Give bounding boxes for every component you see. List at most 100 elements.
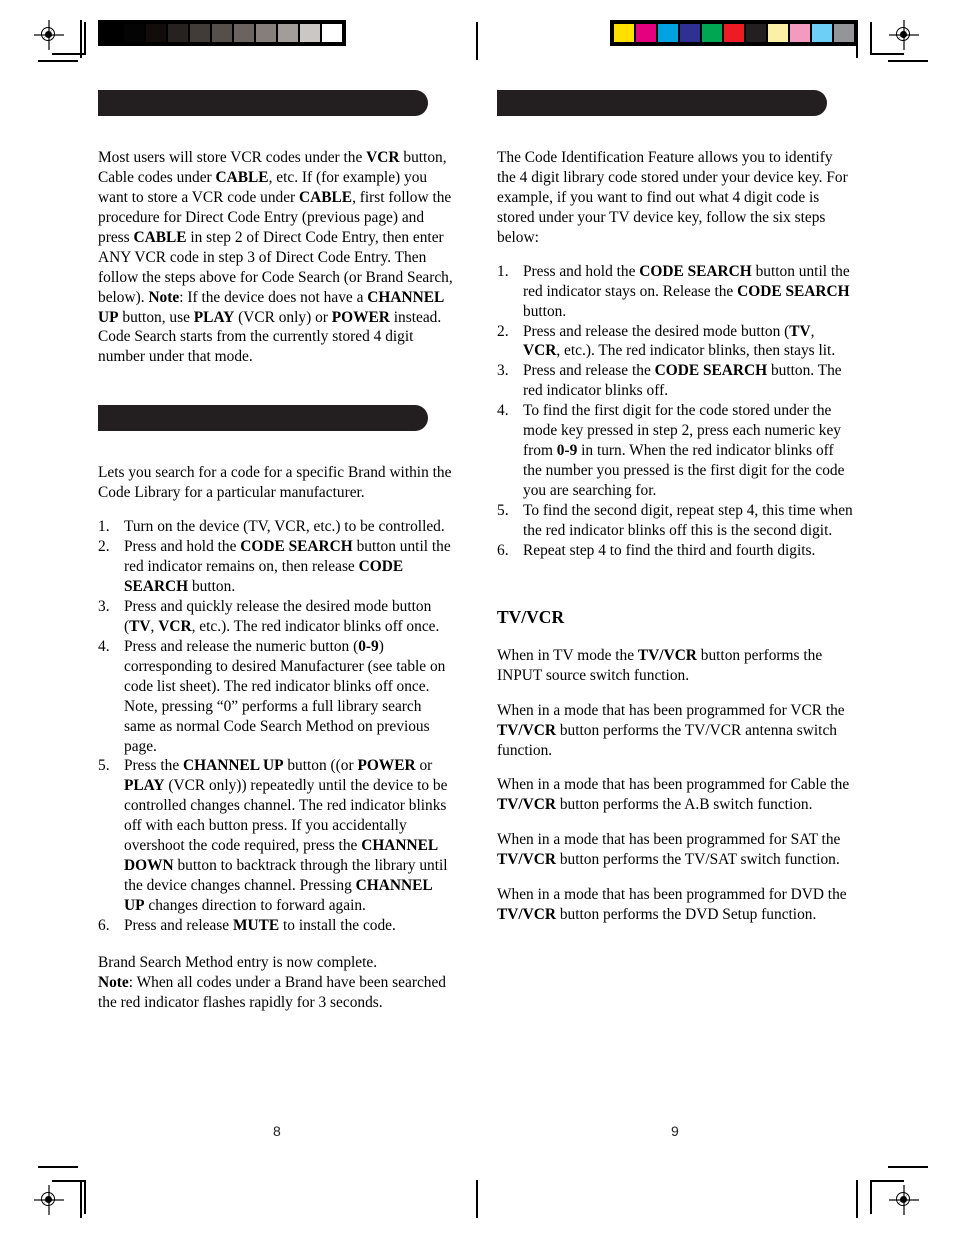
tv-vcr-paragraph: When in a mode that has been programmed … bbox=[497, 775, 853, 815]
emphasis-text: CABLE bbox=[215, 168, 269, 186]
step-item: 3. Press and quickly release the desired … bbox=[98, 597, 454, 637]
step-number: 5. bbox=[497, 501, 509, 519]
emphasis-text: TV bbox=[129, 617, 151, 635]
text-run: to install the code. bbox=[279, 916, 396, 934]
emphasis-text: 0-9 bbox=[556, 442, 578, 460]
step-item: 6. Press and release MUTE to install the … bbox=[98, 916, 454, 936]
step-item: 3. Press and release the CODE SEARCH butt… bbox=[497, 361, 853, 401]
emphasis-text: Note bbox=[98, 973, 129, 991]
text-run: When in a mode that has been programmed … bbox=[497, 831, 841, 849]
emphasis-text: CODE SEARCH bbox=[240, 538, 353, 556]
text-run: When in TV mode the bbox=[497, 646, 638, 664]
text-run: When in a mode that has been programmed … bbox=[497, 776, 850, 794]
text-run: button performs the DVD Setup function. bbox=[556, 906, 817, 924]
text-run: : When all codes under a Brand have been… bbox=[98, 973, 447, 1011]
emphasis-text: TV/VCR bbox=[497, 721, 556, 739]
emphasis-text: VCR bbox=[523, 342, 557, 360]
text-run: Press and hold the bbox=[124, 538, 241, 556]
text-run: Press the bbox=[124, 757, 183, 775]
text-run: The Code Identification Feature allows y… bbox=[497, 149, 848, 246]
emphasis-text: CODE SEARCH bbox=[654, 362, 768, 380]
step-number: 4. bbox=[98, 637, 110, 655]
step-number: 3. bbox=[497, 362, 509, 380]
emphasis-text: MUTE bbox=[232, 916, 280, 934]
text-run: : If the device does not have a bbox=[179, 288, 368, 306]
step-item: 1. Press and hold the CODE SEARCH button … bbox=[497, 262, 853, 322]
emphasis-text: CODE SEARCH bbox=[737, 282, 850, 300]
step-text: Press and release MUTE to install the co… bbox=[124, 917, 396, 934]
page-number-right: 9 bbox=[671, 1123, 679, 1139]
text-run: , etc.). The red indicator blinks off on… bbox=[191, 617, 440, 635]
text-run: Press and release the numeric button ( bbox=[124, 637, 359, 655]
step-number: 2. bbox=[497, 322, 509, 340]
page-number-left: 8 bbox=[273, 1123, 281, 1139]
brand-search-intro-paragraph: Lets you search for a code for a specifi… bbox=[98, 463, 454, 503]
emphasis-text: TV/VCR bbox=[637, 646, 697, 664]
emphasis-text: TV/VCR bbox=[497, 851, 556, 869]
text-run: button. bbox=[523, 302, 567, 320]
text-run: , bbox=[810, 322, 815, 340]
text-run: button. bbox=[188, 578, 236, 595]
text-run: or bbox=[415, 757, 433, 775]
text-run: Press and release the bbox=[523, 362, 655, 380]
step-number: 2. bbox=[98, 538, 110, 556]
step-number: 1. bbox=[98, 518, 110, 536]
emphasis-text: VCR bbox=[366, 149, 400, 166]
step-text: Press and hold the CODE SEARCH button un… bbox=[523, 263, 850, 320]
text-run: Repeat step 4 to find the third and four… bbox=[523, 541, 816, 559]
section-header-bar-code-identification bbox=[497, 90, 827, 116]
emphasis-text: PLAY bbox=[193, 308, 235, 326]
step-number: 6. bbox=[497, 541, 509, 559]
step-text: Turn on the device (TV, VCR, etc.) to be… bbox=[124, 518, 445, 535]
step-item: 2. Press and release the desired mode but… bbox=[497, 322, 853, 362]
code-identification-steps-list: 1. Press and hold the CODE SEARCH button … bbox=[497, 262, 853, 561]
text-run: button performs the A.B switch function. bbox=[556, 796, 813, 814]
tv-vcr-paragraph: When in a mode that has been programmed … bbox=[497, 701, 853, 761]
text-run: To find the second digit, repeat step 4,… bbox=[523, 501, 853, 539]
emphasis-text: CODE SEARCH bbox=[639, 262, 752, 280]
section-header-bar-brand-search bbox=[98, 405, 428, 432]
emphasis-text: 0-9 bbox=[358, 637, 379, 655]
step-text: Press and hold the CODE SEARCH button un… bbox=[124, 538, 451, 595]
tv-vcr-heading: TV/VCR bbox=[497, 606, 565, 627]
right-page-column: The Code Identification Feature allows y… bbox=[497, 90, 853, 925]
step-number: 5. bbox=[98, 757, 110, 775]
emphasis-text: CHANNEL UP bbox=[183, 757, 284, 775]
step-text: Press and release the desired mode butto… bbox=[523, 323, 835, 360]
emphasis-text: VCR bbox=[158, 617, 192, 635]
text-run: (VCR only) or bbox=[234, 308, 332, 326]
code-entry-paragraph: Most users will store VCR codes under th… bbox=[98, 148, 454, 367]
step-text: Press and quickly release the desired mo… bbox=[124, 598, 439, 635]
text-run: Brand Search Method entry is now complet… bbox=[98, 953, 378, 971]
step-text: Press and release the numeric button (0-… bbox=[124, 638, 445, 755]
emphasis-text: TV/VCR bbox=[497, 796, 556, 814]
tv-vcr-body: When in TV mode the TV/VCR button perfor… bbox=[497, 646, 853, 925]
emphasis-text: TV/VCR bbox=[497, 906, 556, 924]
text-run: Turn on the device (TV, VCR, etc.) to be… bbox=[124, 518, 445, 536]
step-text: Press the CHANNEL UP button ((or POWER o… bbox=[124, 757, 448, 914]
text-run: changes direction to forward again. bbox=[144, 897, 366, 914]
tv-vcr-paragraph: When in TV mode the TV/VCR button perfor… bbox=[497, 646, 853, 686]
step-item: 2. Press and hold the CODE SEARCH button … bbox=[98, 537, 454, 597]
emphasis-text: Note bbox=[148, 288, 180, 306]
step-text: To find the second digit, repeat step 4,… bbox=[523, 502, 853, 539]
text-run: ) corresponding to desired Manufacturer … bbox=[124, 637, 446, 755]
text-run: Lets you search for a code for a specifi… bbox=[98, 464, 452, 502]
text-run: Most users will store VCR codes under th… bbox=[98, 149, 367, 166]
document-spread: Most users will store VCR codes under th… bbox=[0, 0, 954, 1235]
code-identification-intro-paragraph: The Code Identification Feature allows y… bbox=[497, 148, 853, 248]
text-run: Press and release the desired mode butto… bbox=[523, 322, 790, 340]
step-item: 6. Repeat step 4 to find the third and fo… bbox=[497, 541, 853, 561]
step-item: 5. Press the CHANNEL UP button ((or POWER… bbox=[98, 756, 454, 916]
brand-search-steps-list: 1. Turn on the device (TV, VCR, etc.) to … bbox=[98, 517, 454, 936]
brand-search-closing-note: Brand Search Method entry is now complet… bbox=[98, 953, 454, 1013]
emphasis-text: CABLE bbox=[299, 188, 353, 206]
step-number: 1. bbox=[497, 262, 509, 280]
step-text: Repeat step 4 to find the third and four… bbox=[523, 542, 815, 559]
step-number: 3. bbox=[98, 597, 110, 615]
emphasis-text: POWER bbox=[357, 757, 416, 775]
step-item: 4. To find the first digit for the code s… bbox=[497, 401, 853, 501]
text-run: button, use bbox=[118, 308, 194, 326]
text-run: When in a mode that has been programmed … bbox=[497, 701, 845, 719]
section-header-bar-code-entry bbox=[98, 90, 428, 116]
